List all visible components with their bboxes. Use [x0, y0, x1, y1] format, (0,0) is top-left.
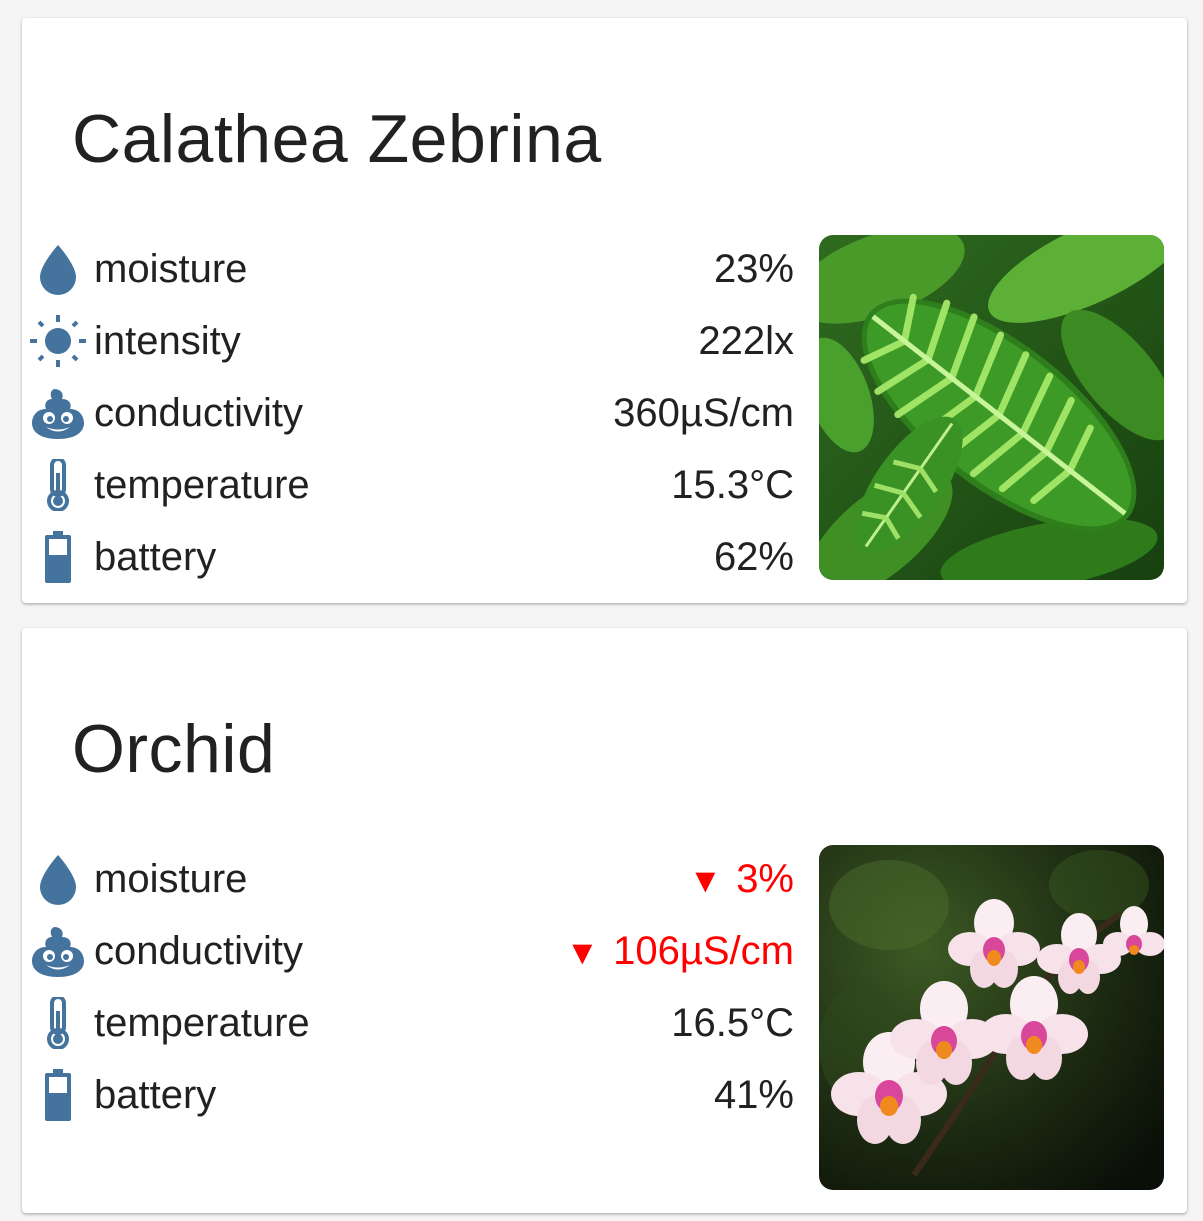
sensor-label: temperature — [94, 463, 310, 507]
calathea-leaves-image — [819, 235, 1164, 580]
battery-icon — [26, 531, 90, 583]
sensor-row-battery[interactable]: battery 41% — [22, 1059, 812, 1131]
sensor-value: ▼ 3% — [689, 855, 794, 905]
sensor-label: battery — [94, 1073, 217, 1117]
sensor-value-text: 3% — [736, 857, 794, 901]
sensor-label: moisture — [94, 247, 248, 291]
sensor-row-temperature[interactable]: temperature 15.3°C — [22, 449, 812, 521]
battery-icon — [26, 1069, 90, 1121]
water-drop-icon — [26, 243, 90, 295]
sensor-value-text: 106µS/cm — [613, 929, 794, 973]
sensor-value: 41% — [713, 1073, 794, 1117]
sensor-label: conductivity — [94, 391, 303, 435]
emoticon-poop-icon — [26, 387, 90, 439]
sensor-list: moisture ▼ 3% conductivity ▼ 106µS/cm temp… — [22, 843, 812, 1131]
sensor-value: 222lx — [698, 319, 794, 363]
sensor-label: moisture — [94, 857, 248, 901]
water-drop-icon — [26, 853, 90, 905]
sensor-value: ▼ 106µS/cm — [565, 927, 794, 977]
thermometer-icon — [26, 997, 90, 1049]
sensor-label: intensity — [94, 319, 241, 363]
sensor-row-temperature[interactable]: temperature 16.5°C — [22, 987, 812, 1059]
sensor-label: conductivity — [94, 929, 303, 973]
sensor-label: battery — [94, 535, 217, 579]
sensor-value: 62% — [713, 535, 794, 579]
plant-name: Calathea Zebrina — [72, 101, 602, 177]
thermometer-icon — [26, 459, 90, 511]
sensor-value: 360µS/cm — [613, 391, 794, 435]
sensor-row-battery[interactable]: battery 62% — [22, 521, 812, 593]
plant-card-calathea: Calathea Zebrina moisture 23% intensity … — [22, 18, 1187, 603]
sensor-row-conductivity[interactable]: conductivity ▼ 106µS/cm — [22, 915, 812, 987]
sensor-value: 23% — [713, 247, 794, 291]
sun-icon — [26, 315, 90, 367]
sensor-value: 16.5°C — [671, 1001, 794, 1045]
sensor-row-conductivity[interactable]: conductivity 360µS/cm — [22, 377, 812, 449]
sensor-list: moisture 23% intensity 222lx conductivit… — [22, 233, 812, 593]
sensor-row-moisture[interactable]: moisture 23% — [22, 233, 812, 305]
sensor-row-moisture[interactable]: moisture ▼ 3% — [22, 843, 812, 915]
plant-photo — [819, 235, 1164, 580]
sensor-label: temperature — [94, 1001, 310, 1045]
emoticon-poop-icon — [26, 925, 90, 977]
plant-name: Orchid — [72, 711, 276, 787]
plant-card-orchid: Orchid moisture ▼ 3% conductivity ▼ 106µS/… — [22, 628, 1187, 1213]
down-arrow-icon: ▼ — [688, 862, 723, 900]
orchid-flowers-image — [819, 845, 1164, 1190]
sensor-row-intensity[interactable]: intensity 222lx — [22, 305, 812, 377]
sensor-value: 15.3°C — [671, 463, 794, 507]
down-arrow-icon: ▼ — [565, 934, 600, 972]
plant-photo — [819, 845, 1164, 1190]
